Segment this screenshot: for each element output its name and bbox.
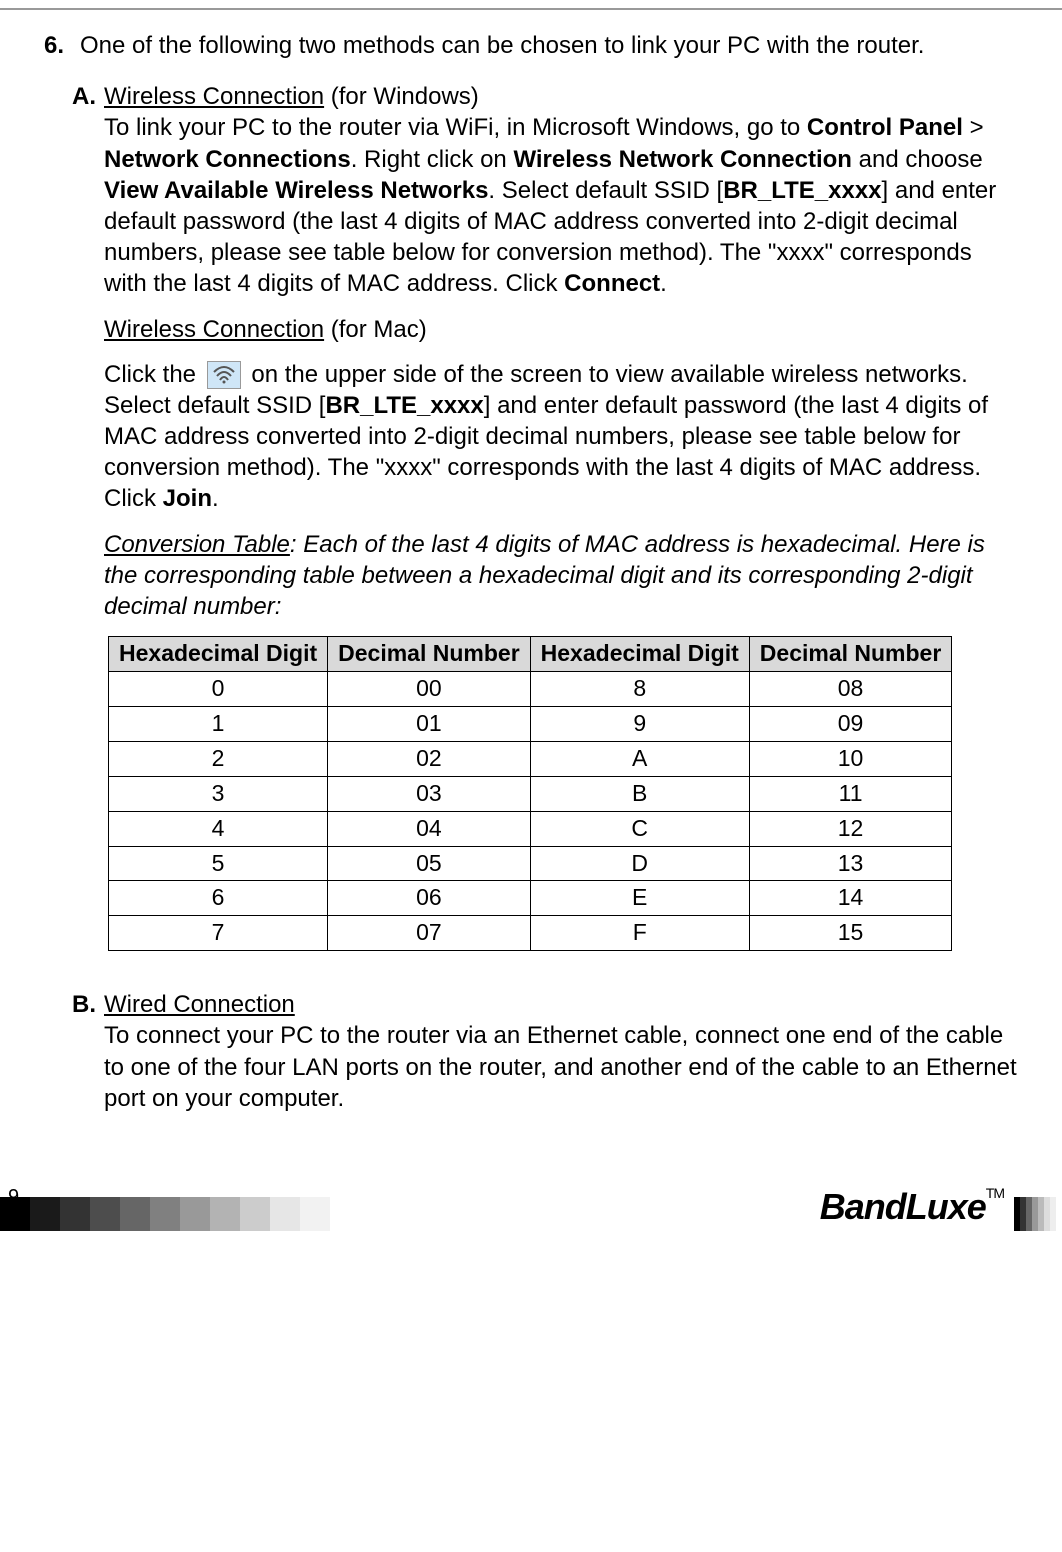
table-row: 303B11 (109, 776, 952, 811)
dot1: . (660, 270, 667, 297)
gt1: > (963, 114, 984, 141)
ssid-mac: BR_LTE_xxxx (325, 392, 483, 419)
table-cell: 9 (530, 706, 749, 741)
table-cell: F (530, 916, 749, 951)
step-number: 6. (44, 30, 80, 61)
table-cell: 08 (749, 672, 952, 707)
table-cell: 03 (328, 776, 531, 811)
table-cell: 05 (328, 846, 531, 881)
wireless-network-connection: Wireless Network Connection (513, 146, 852, 173)
page-content: 6. One of the following two methods can … (0, 8, 1062, 1114)
table-cell: 13 (749, 846, 952, 881)
title-win-suffix: (for Windows) (324, 83, 479, 110)
table-cell: C (530, 811, 749, 846)
table-cell: 04 (328, 811, 531, 846)
table-cell: D (530, 846, 749, 881)
section-a-body: Wireless Connection (for Windows) To lin… (104, 81, 1018, 971)
th-hex1: Hexadecimal Digit (109, 637, 328, 672)
th-dec1: Decimal Number (328, 637, 531, 672)
network-connections: Network Connections (104, 146, 351, 173)
grayscale-bar (0, 1197, 360, 1231)
table-cell: 15 (749, 916, 952, 951)
title-win: Wireless Connection (104, 83, 324, 110)
title-mac: Wireless Connection (104, 316, 324, 343)
section-b-letter: B. (72, 989, 104, 1114)
table-cell: B (530, 776, 749, 811)
table-cell: 5 (109, 846, 328, 881)
table-cell: 3 (109, 776, 328, 811)
win-text-3: and choose (852, 146, 983, 173)
footer: 9 BandLuxeTM (0, 1184, 1062, 1244)
table-cell: 06 (328, 881, 531, 916)
section-b-body: Wired Connection To connect your PC to t… (104, 989, 1018, 1114)
th-dec2: Decimal Number (749, 637, 952, 672)
join-label: Join (163, 485, 212, 512)
table-cell: 1 (109, 706, 328, 741)
th-hex2: Hexadecimal Digit (530, 637, 749, 672)
table-cell: 7 (109, 916, 328, 951)
table-cell: 2 (109, 741, 328, 776)
control-panel: Control Panel (807, 114, 963, 141)
conversion-note: Conversion Table: Each of the last 4 dig… (104, 529, 1018, 623)
brand-logo: BandLuxeTM (820, 1184, 1004, 1231)
table-row: 101909 (109, 706, 952, 741)
table-row: 000808 (109, 672, 952, 707)
table-cell: 12 (749, 811, 952, 846)
table-cell: 07 (328, 916, 531, 951)
table-cell: 0 (109, 672, 328, 707)
brand-text: BandLuxe (820, 1186, 986, 1227)
table-row: 606E14 (109, 881, 952, 916)
wifi-icon (207, 361, 241, 389)
win-text-2: . Right click on (351, 146, 514, 173)
section-a-letter: A. (72, 81, 104, 971)
table-cell: E (530, 881, 749, 916)
mac-text-1: Click the (104, 361, 203, 388)
stripe-decoration (1014, 1197, 1062, 1231)
table-row: 505D13 (109, 846, 952, 881)
table-cell: 09 (749, 706, 952, 741)
dot2: . (212, 485, 219, 512)
table-row: 707F15 (109, 916, 952, 951)
wired-title: Wired Connection (104, 991, 295, 1018)
table-row: 202A10 (109, 741, 952, 776)
table-cell: 6 (109, 881, 328, 916)
section-a: A. Wireless Connection (for Windows) To … (72, 81, 1018, 971)
table-row: 404C12 (109, 811, 952, 846)
table-cell: 4 (109, 811, 328, 846)
table-cell: 8 (530, 672, 749, 707)
connect-label: Connect (564, 270, 660, 297)
heading-windows: Wireless Connection (for Windows) To lin… (104, 81, 1018, 299)
heading-mac: Wireless Connection (for Mac) (104, 314, 1018, 345)
win-text-1: To link your PC to the router via WiFi, … (104, 114, 807, 141)
win-text-4: . Select default SSID [ (488, 177, 723, 204)
table-cell: 00 (328, 672, 531, 707)
table-cell: 14 (749, 881, 952, 916)
title-mac-suffix: (for Mac) (324, 316, 427, 343)
wired-body: To connect your PC to the router via an … (104, 1022, 1017, 1111)
tm-mark: TM (986, 1185, 1004, 1201)
table-cell: 10 (749, 741, 952, 776)
conv-title: Conversion Table (104, 531, 290, 558)
table-cell: A (530, 741, 749, 776)
section-b: B. Wired Connection To connect your PC t… (72, 989, 1018, 1114)
step-intro: One of the following two methods can be … (80, 30, 1018, 61)
table-cell: 02 (328, 741, 531, 776)
mac-paragraph: Click the on the upper side of the scree… (104, 359, 1018, 515)
step-6: 6. One of the following two methods can … (44, 30, 1018, 61)
table-cell: 01 (328, 706, 531, 741)
ssid-win: BR_LTE_xxxx (723, 177, 881, 204)
table-cell: 11 (749, 776, 952, 811)
view-available-networks: View Available Wireless Networks (104, 177, 488, 204)
conversion-table: Hexadecimal Digit Decimal Number Hexadec… (108, 636, 952, 951)
page-number: 9 (8, 1184, 19, 1210)
